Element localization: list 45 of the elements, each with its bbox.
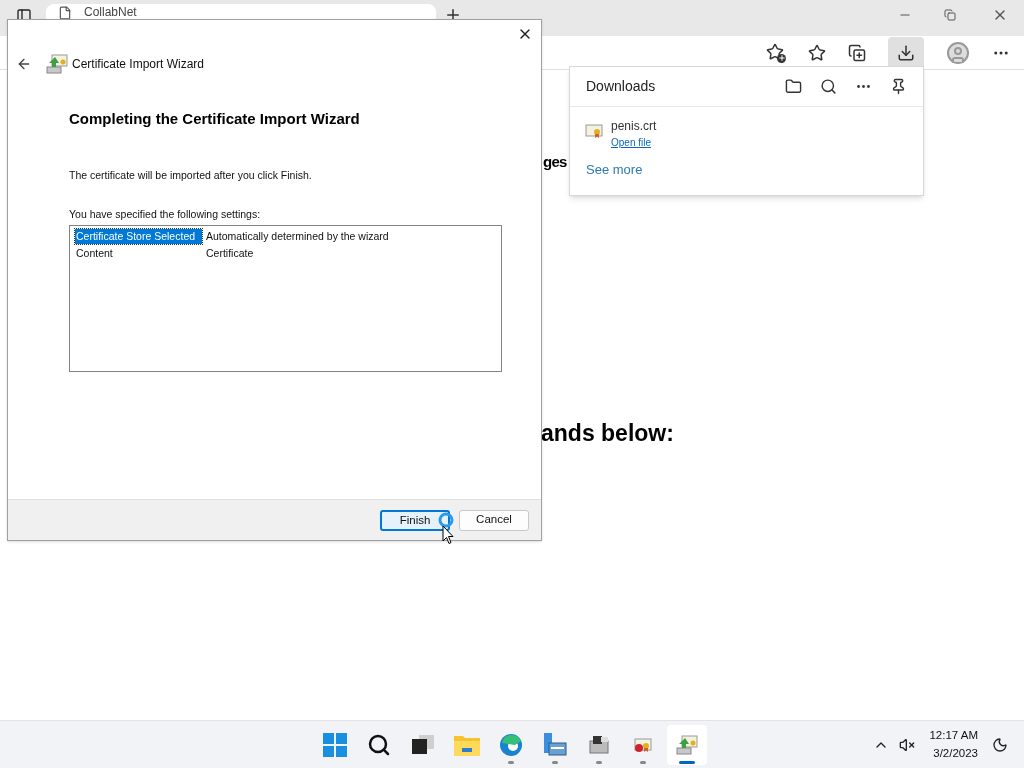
pin-icon[interactable]: [890, 78, 907, 95]
clock-date[interactable]: 3/2/2023: [933, 744, 978, 762]
setting-value: Automatically determined by the wizard: [206, 228, 389, 244]
search-icon[interactable]: [820, 78, 837, 95]
speaker-muted-icon[interactable]: [899, 736, 916, 753]
certificate-import-icon: [676, 734, 698, 755]
clock-time[interactable]: 12:17 AM: [929, 727, 978, 745]
settings-label: You have specified the following settings:: [69, 207, 262, 223]
moon-icon[interactable]: [992, 736, 1008, 753]
busy-spinner-icon: [438, 512, 454, 528]
panel-title: Downloads: [586, 77, 657, 96]
tab-title: CollabNet: [84, 6, 137, 19]
download-icon: [897, 43, 915, 62]
folder-icon[interactable]: [785, 78, 802, 95]
search-icon: [367, 732, 391, 757]
file-name: penis.crt: [611, 118, 657, 135]
wizard-message: The certificate will be imported after you click Finish.: [69, 167, 313, 183]
dialog-button[interactable]: Finish: [380, 509, 450, 531]
page-heading: ges: [543, 152, 567, 172]
wizard-title: Certificate Import Wizard: [72, 56, 205, 73]
open-file-link[interactable]: Open file: [611, 135, 657, 150]
folder-icon: [454, 733, 480, 756]
back-icon[interactable]: [16, 56, 32, 72]
certificate-import-icon: [46, 54, 68, 74]
profile-avatar-icon[interactable]: [946, 40, 970, 65]
page-heading: ands below:: [541, 419, 674, 448]
add-favorite-icon[interactable]: [766, 42, 786, 63]
restore-icon[interactable]: [944, 9, 956, 21]
task-view-icon: [412, 734, 434, 755]
certificate-error-icon: [634, 736, 652, 753]
setting-value: Certificate: [206, 245, 254, 261]
certificate-file-icon: [585, 123, 603, 139]
star-icon[interactable]: [808, 43, 826, 62]
windows-start-icon: [323, 732, 347, 757]
wizard-heading: Completing the Certificate Import Wizard: [69, 109, 361, 129]
printer-icon: [588, 734, 610, 755]
setting-name[interactable]: Certificate Store Selected: [75, 228, 202, 245]
browser-swirl-icon: [499, 732, 523, 757]
setting-name[interactable]: Content: [75, 245, 202, 262]
downloads-button[interactable]: [888, 36, 924, 69]
server-window-icon: [543, 732, 567, 757]
see-more-link[interactable]: See more: [586, 160, 643, 180]
page-icon: [58, 6, 72, 20]
collections-icon[interactable]: [848, 43, 866, 62]
dialog-button[interactable]: Cancel: [459, 509, 529, 531]
